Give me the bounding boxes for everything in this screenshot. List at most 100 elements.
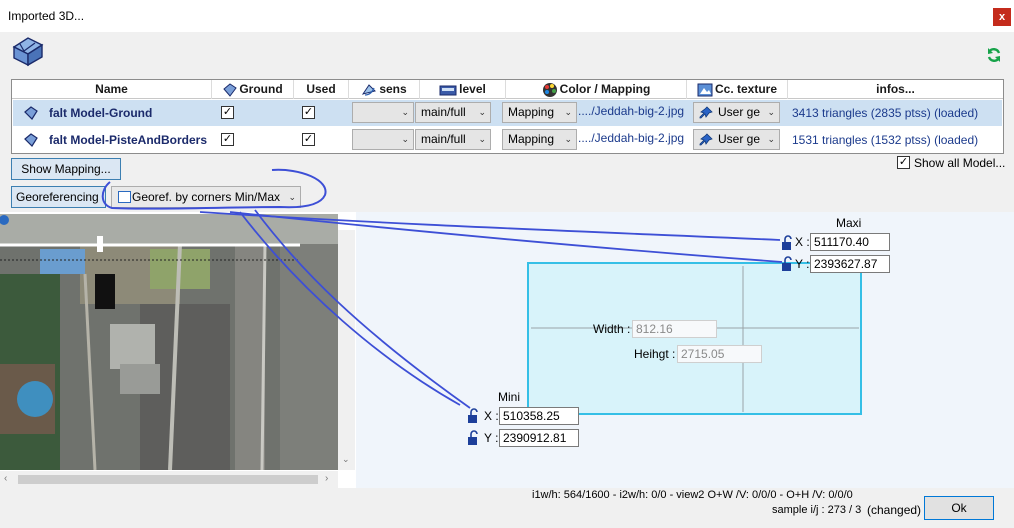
col-level-label: level <box>459 82 486 96</box>
col-texture[interactable]: Cc. texture <box>687 80 788 99</box>
color-value: Mapping <box>508 105 555 119</box>
col-name[interactable]: Name <box>12 80 212 99</box>
chevron-down-icon: ⌄ <box>767 107 775 117</box>
model-infos: 1531 triangles (1532 ptss) (loaded) <box>792 133 979 147</box>
mini-x-field[interactable]: 510358.25 <box>499 407 579 425</box>
level-value: main/full <box>421 105 466 119</box>
pin-icon <box>699 106 713 119</box>
mini-y-label: Y : <box>484 431 499 445</box>
table-row[interactable]: falt Model-Ground ✓ ✓ ⌄ main/full ⌄ Mappi… <box>13 100 1002 126</box>
app-3d-icon <box>12 37 44 67</box>
col-sens-label: sens <box>379 82 407 96</box>
lock-icon[interactable] <box>466 408 482 424</box>
color-select[interactable]: Mapping ⌄ <box>502 102 577 123</box>
chevron-down-icon: ⌄ <box>401 134 409 144</box>
texture-select[interactable]: User ge ⌄ <box>693 102 780 123</box>
chevron-down-icon: ⌄ <box>288 192 296 202</box>
status-dimensions: i1w/h: 564/1600 - i2w/h: 0/0 - view2 O+W… <box>532 489 853 501</box>
maxi-title: Maxi <box>836 216 862 230</box>
ground-icon <box>223 83 238 97</box>
title-bar: Imported 3D... x <box>0 0 1014 32</box>
window-title: Imported 3D... <box>8 9 85 23</box>
satellite-map-image[interactable] <box>0 214 338 470</box>
texture-value: User ge <box>718 105 761 119</box>
close-icon[interactable]: x <box>993 8 1011 26</box>
chevron-down-icon: ⌄ <box>564 134 572 144</box>
level-icon <box>439 85 457 96</box>
chevron-down-icon[interactable]: ⌄ <box>342 454 350 465</box>
texture-select[interactable]: User ge ⌄ <box>693 129 780 150</box>
model-name: falt Model-Ground <box>49 106 153 120</box>
model-icon <box>24 133 38 147</box>
chevron-left-icon[interactable]: ‹ <box>4 473 7 484</box>
lock-icon[interactable] <box>780 256 796 272</box>
chevron-down-icon: ⌄ <box>564 107 572 117</box>
georef-checkbox-icon <box>118 191 131 203</box>
used-checkbox[interactable]: ✓ <box>302 106 315 119</box>
col-color-label: Color / Mapping <box>559 82 651 96</box>
texture-file[interactable]: ..../Jeddah-big-2.jpg <box>578 125 684 151</box>
model-icon <box>24 106 38 120</box>
scroll-thumb[interactable] <box>18 475 318 484</box>
table-row[interactable]: falt Model-PisteAndBorders ✓ ✓ ⌄ main/fu… <box>13 127 1002 153</box>
mini-x-label: X : <box>484 409 499 423</box>
imported-3d-window: Imported 3D... x Name Ground Used sens l… <box>0 0 1014 528</box>
chevron-down-icon: ⌄ <box>767 134 775 144</box>
pin-icon <box>699 133 713 146</box>
col-infos[interactable]: infos... <box>788 80 1003 99</box>
chevron-right-icon[interactable]: › <box>325 473 328 484</box>
status-changed: (changed) <box>867 503 922 517</box>
map-vertical-scrollbar[interactable]: ⌄ <box>338 230 355 470</box>
chevron-down-icon: ⌄ <box>401 107 409 117</box>
level-select[interactable]: main/full ⌄ <box>415 129 491 150</box>
maxi-y-field[interactable]: 2393627.87 <box>810 255 890 273</box>
georef-mode-value: Georef. by corners Min/Max <box>132 190 281 204</box>
mini-title: Mini <box>498 390 521 404</box>
col-ground[interactable]: Ground <box>212 80 294 99</box>
model-infos: 3413 triangles (2835 ptss) (loaded) <box>792 106 979 120</box>
col-ground-label: Ground <box>239 82 283 96</box>
lock-icon[interactable] <box>466 430 482 446</box>
palette-icon <box>542 82 557 97</box>
sens-select[interactable]: ⌄ <box>352 129 414 150</box>
texture-icon <box>697 83 713 97</box>
status-sample: sample i/j : 273 / 3 <box>772 504 862 516</box>
maxi-x-label: X : <box>795 235 810 249</box>
table-header: Name Ground Used sens level Color / Mapp… <box>12 80 1003 99</box>
ok-button[interactable]: Ok <box>924 496 994 520</box>
chevron-down-icon: ⌄ <box>478 134 486 144</box>
width-field: 812.16 <box>632 320 717 338</box>
color-value: Mapping <box>508 132 555 146</box>
ground-checkbox[interactable]: ✓ <box>221 133 234 146</box>
georef-mode-select[interactable]: Georef. by corners Min/Max ⌄ <box>111 186 301 208</box>
texture-file[interactable]: ..../Jeddah-big-2.jpg <box>578 98 684 124</box>
show-all-checkbox[interactable]: ✓ <box>897 156 910 169</box>
chevron-down-icon: ⌄ <box>478 107 486 117</box>
ground-checkbox[interactable]: ✓ <box>221 106 234 119</box>
sens-select[interactable]: ⌄ <box>352 102 414 123</box>
used-checkbox[interactable]: ✓ <box>302 133 315 146</box>
col-sens[interactable]: sens <box>349 80 420 99</box>
map-horizontal-scrollbar[interactable]: ‹ › <box>0 471 338 488</box>
bounds-rectangle <box>527 262 862 415</box>
show-all-label[interactable]: Show all Model... <box>914 156 1005 170</box>
sens-icon <box>362 84 377 96</box>
georeferencing-label: Georeferencing : <box>11 186 106 224</box>
models-table: Name Ground Used sens level Color / Mapp… <box>11 79 1004 154</box>
width-label: Width : <box>593 322 631 336</box>
maxi-x-field[interactable]: 511170.40 <box>810 233 890 251</box>
mini-y-field[interactable]: 2390912.81 <box>499 429 579 447</box>
col-texture-label: Cc. texture <box>714 82 778 96</box>
color-select[interactable]: Mapping ⌄ <box>502 129 577 150</box>
model-name: falt Model-PisteAndBorders <box>49 133 208 147</box>
level-value: main/full <box>421 132 466 146</box>
show-mapping-button[interactable]: Show Mapping... <box>11 158 121 180</box>
lock-icon[interactable] <box>780 235 796 251</box>
col-color[interactable]: Color / Mapping <box>506 80 687 99</box>
level-select[interactable]: main/full ⌄ <box>415 102 491 123</box>
height-field: 2715.05 <box>677 345 762 363</box>
refresh-icon[interactable] <box>986 47 1002 63</box>
height-label: Heihgt : <box>634 347 676 361</box>
col-level[interactable]: level <box>420 80 506 99</box>
col-used[interactable]: Used <box>294 80 349 99</box>
